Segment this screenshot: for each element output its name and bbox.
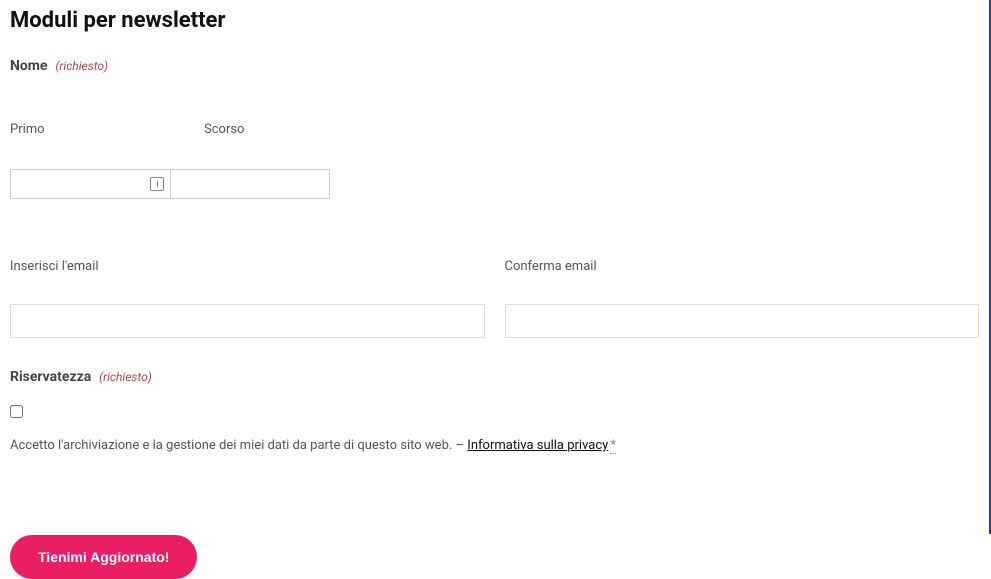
privacy-text: Accetto l'archiviazione e la gestione de… [10, 438, 979, 453]
enter-email-label: Inserisci l'email [10, 259, 485, 274]
first-name-input[interactable] [10, 169, 170, 199]
email-section: Inserisci l'email Conferma email [10, 259, 979, 338]
last-name-label: Scorso [204, 122, 330, 137]
privacy-section: Riservatezza (richiesto) Accetto l'archi… [10, 366, 979, 453]
submit-button[interactable]: Tienimi Aggiornato! [10, 535, 197, 579]
privacy-consent-text: Accetto l'archiviazione e la gestione de… [10, 438, 467, 453]
privacy-label: Riservatezza [10, 369, 91, 385]
first-name-label: Primo [10, 122, 170, 137]
last-name-input[interactable] [170, 169, 330, 199]
form-title: Moduli per newsletter [10, 8, 979, 33]
confirm-email-label: Conferma email [505, 259, 980, 274]
privacy-checkbox[interactable] [10, 405, 23, 418]
asterisk-icon: * [610, 438, 616, 454]
enter-email-input[interactable] [10, 304, 485, 338]
privacy-link[interactable]: Informativa sulla privacy [467, 438, 608, 453]
name-label: Nome [10, 58, 47, 74]
name-section: Nome (richiesto) Primo Scorso [10, 55, 979, 199]
privacy-required: (richiesto) [99, 370, 152, 384]
confirm-email-input[interactable] [505, 304, 980, 338]
name-required: (richiesto) [55, 59, 108, 73]
